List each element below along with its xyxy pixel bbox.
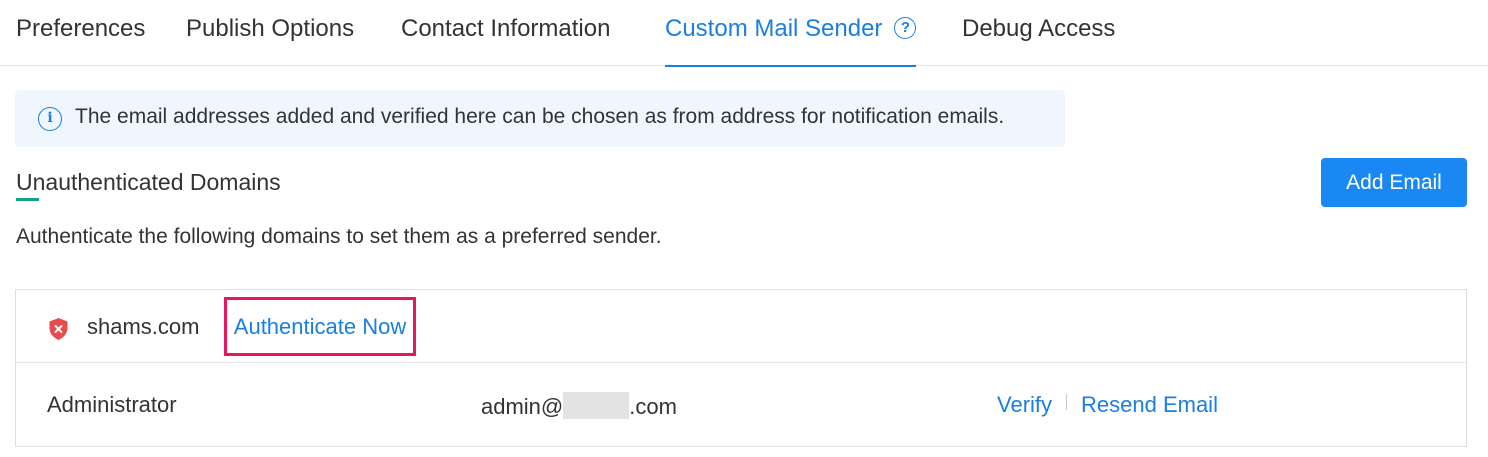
- add-email-button[interactable]: Add Email: [1321, 158, 1467, 207]
- section-title-underline: [16, 198, 39, 201]
- link-divider: [1066, 394, 1067, 410]
- sender-role: Administrator: [47, 392, 177, 417]
- tab-bar: Preferences Publish Options Contact Info…: [0, 0, 1488, 67]
- resend-email-link[interactable]: Resend Email: [1081, 392, 1218, 418]
- info-icon: i: [38, 107, 62, 131]
- authenticate-now-link[interactable]: Authenticate Now: [224, 297, 416, 356]
- domain-name: shams.com: [87, 314, 200, 339]
- email-suffix: .com: [629, 394, 677, 419]
- tab-preferences[interactable]: Preferences: [16, 0, 145, 66]
- verify-link[interactable]: Verify: [997, 392, 1052, 418]
- sender-email: admin@ .com: [481, 392, 677, 420]
- info-banner-text: The email addresses added and verified h…: [75, 105, 1005, 128]
- info-banner: i The email addresses added and verified…: [15, 90, 1065, 147]
- domain-card: shams.com Authenticate Now Administrator…: [15, 289, 1467, 447]
- section-title: Unauthenticated Domains: [16, 169, 281, 195]
- help-icon[interactable]: ?: [894, 17, 917, 39]
- section-description: Authenticate the following domains to se…: [16, 225, 662, 248]
- shield-error-icon: [49, 318, 68, 340]
- tab-contact-information[interactable]: Contact Information: [401, 0, 610, 66]
- tab-custom-mail-sender[interactable]: Custom Mail Sender?: [665, 0, 917, 67]
- domain-header: shams.com Authenticate Now: [16, 290, 1466, 363]
- table-row: Administrator admin@ .com Verify Resend E…: [16, 364, 1466, 447]
- tab-debug-access[interactable]: Debug Access: [962, 0, 1115, 66]
- tab-publish-options[interactable]: Publish Options: [186, 0, 354, 66]
- email-prefix: admin@: [481, 394, 564, 419]
- tab-custom-mail-sender-label: Custom Mail Sender: [665, 15, 883, 42]
- redacted-block: [563, 392, 630, 419]
